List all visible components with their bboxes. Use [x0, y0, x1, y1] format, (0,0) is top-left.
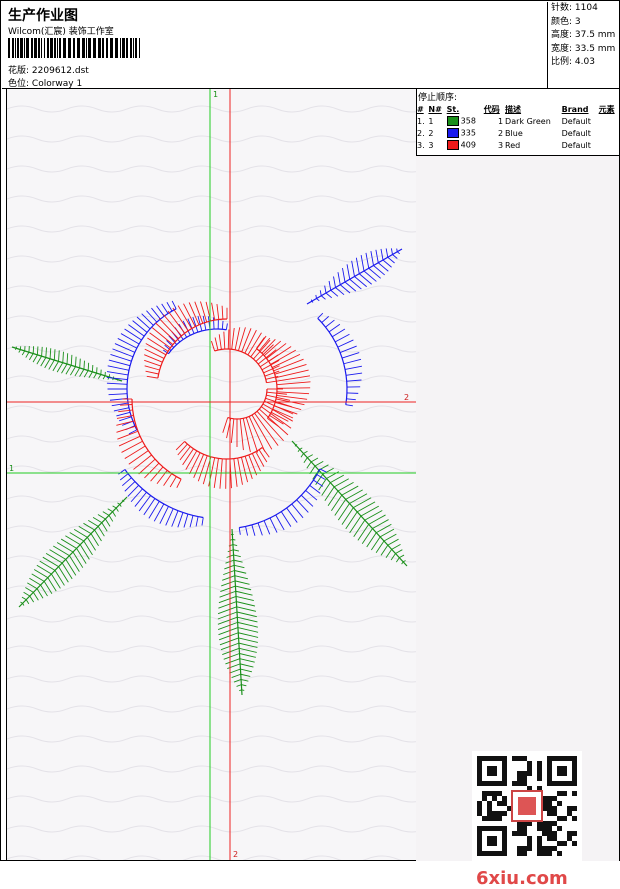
- embroidery-design: 1 1 2 2: [7, 89, 416, 860]
- col-stitches: St.: [446, 103, 483, 115]
- table-row: 2. 2 335 2 Blue Default: [416, 127, 619, 139]
- barcode-icon: [8, 38, 143, 58]
- design-file: 花版: 2209612.dst: [8, 63, 89, 76]
- page-title: 生产作业图: [8, 5, 78, 25]
- red-h-label: 2: [404, 393, 409, 402]
- qr-code-icon: [472, 751, 582, 861]
- green-h-label: 1: [9, 464, 14, 473]
- col-number: N#: [427, 103, 445, 115]
- col-brand: Brand: [561, 103, 598, 115]
- design-canvas: 1 1 2 2: [6, 89, 417, 860]
- color-swatch: [447, 128, 459, 138]
- green-v-label: 1: [213, 90, 218, 99]
- col-index: #: [416, 103, 427, 115]
- col-code: 代码: [483, 103, 504, 115]
- color-swatch: [447, 116, 459, 126]
- stat-height: 高度: 37.5 mm: [548, 29, 620, 43]
- col-element: 元素: [598, 103, 619, 115]
- studio-subtitle: Wilcom(汇宸) 装饰工作室: [8, 24, 114, 37]
- header: 生产作业图 Wilcom(汇宸) 装饰工作室 花版: 2209612.dst 色…: [2, 2, 619, 89]
- stop-sequence-title: 停止顺序:: [416, 89, 619, 103]
- colorway-label: 色位:: [8, 79, 29, 89]
- col-description: 描述: [504, 103, 561, 115]
- watermark-text: 6xiu.com: [476, 868, 568, 889]
- design-value: 2209612.dst: [32, 66, 89, 76]
- colorway: 色位: Colorway 1: [8, 76, 82, 89]
- stat-colors: 颜色: 3: [548, 16, 620, 30]
- notes-area: 6xiu.com: [416, 155, 619, 861]
- stat-width: 宽度: 33.5 mm: [548, 43, 620, 57]
- table-row: 1. 1 358 1 Dark Green Default: [416, 115, 619, 127]
- stats-panel: 针数: 1104 颜色: 3 高度: 37.5 mm 宽度: 33.5 mm 比…: [547, 2, 620, 88]
- stop-sequence-panel: 停止顺序: # N# St. 代码 描述 Brand 元素 1. 1 358: [416, 89, 619, 860]
- production-worksheet: 生产作业图 Wilcom(汇宸) 装饰工作室 花版: 2209612.dst 色…: [0, 0, 620, 861]
- table-row: 3. 3 409 3 Red Default: [416, 139, 619, 151]
- stat-stitches: 针数: 1104: [548, 2, 620, 16]
- design-label: 花版:: [8, 66, 29, 76]
- red-v-label: 2: [233, 850, 238, 859]
- colorway-value: Colorway 1: [32, 79, 82, 89]
- stat-scale: 比例: 4.03: [548, 56, 620, 70]
- stop-sequence-table: # N# St. 代码 描述 Brand 元素 1. 1 358 1 Dark …: [416, 103, 619, 151]
- color-swatch: [447, 140, 459, 150]
